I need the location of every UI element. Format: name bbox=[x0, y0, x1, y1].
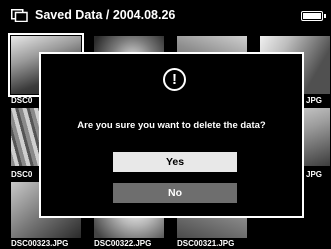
thumbnail-filename: DSC0 bbox=[11, 96, 33, 105]
page-title: Saved Data / 2004.08.26 bbox=[35, 8, 176, 22]
delete-confirm-dialog: ! Are you sure you want to delete the da… bbox=[39, 52, 304, 218]
thumbnail-filename: DSC0 bbox=[11, 170, 33, 179]
yes-button[interactable]: Yes bbox=[113, 152, 237, 172]
thumbnail-filename: JPG bbox=[306, 96, 323, 105]
dialog-message: Are you sure you want to delete the data… bbox=[77, 120, 266, 131]
thumbnail-filename: DSC00322.JPG bbox=[94, 239, 152, 248]
battery-icon bbox=[301, 11, 326, 21]
thumbnail-filename: DSC00321.JPG bbox=[177, 239, 235, 248]
title-bar: Saved Data / 2004.08.26 bbox=[0, 0, 331, 30]
no-button[interactable]: No bbox=[113, 183, 237, 203]
thumbnail-filename: JPG bbox=[306, 170, 323, 179]
alert-icon: ! bbox=[163, 68, 186, 91]
alert-icon-glyph: ! bbox=[172, 71, 177, 88]
thumbnail-filename: DSC00323.JPG bbox=[11, 239, 69, 248]
folder-icon bbox=[11, 9, 28, 22]
